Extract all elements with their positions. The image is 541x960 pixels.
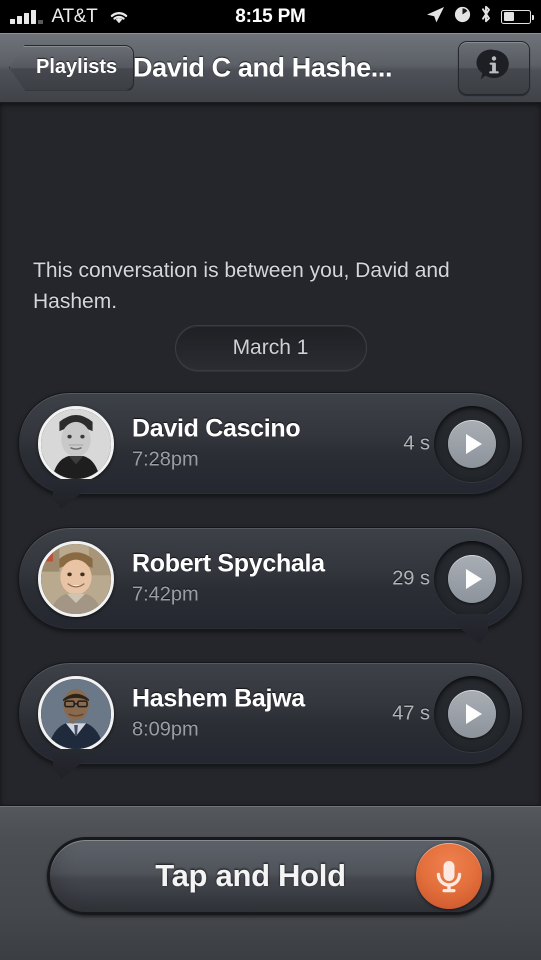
bottom-toolbar: Tap and Hold [0,805,541,960]
message-bubble[interactable]: Hashem Bajwa 8:09pm 47 s [18,662,523,765]
info-button[interactable] [458,40,530,95]
status-bar-right [426,5,534,28]
back-button-playlists[interactable]: Playlists [9,44,135,91]
message-timestamp: 8:09pm [132,718,199,740]
play-button[interactable] [434,540,510,617]
date-separator-label: March 1 [232,336,309,359]
alarm-clock-icon [454,6,471,28]
message-sender-name: Robert Spychala [132,549,325,577]
date-separator: March 1 [174,325,367,371]
record-button-label: Tap and Hold [155,858,346,893]
play-icon [448,419,496,468]
message-bubble[interactable]: Robert Spychala 7:42pm 29 s [18,527,523,630]
message-duration: 4 s [403,432,430,454]
back-button-label: Playlists [36,56,118,78]
battery-icon [501,9,534,24]
info-bubble-icon [476,47,512,88]
wifi-icon [108,9,130,25]
status-bar: AT&T 8:15 PM [0,0,541,33]
message-meta: Robert Spychala 7:42pm [132,548,325,609]
record-button[interactable]: Tap and Hold [47,837,494,915]
play-button[interactable] [434,675,510,752]
conversation-intro-text: This conversation is between you, David … [33,259,450,313]
list-item[interactable]: Hashem Bajwa 8:09pm 47 s [0,658,541,793]
avatar-hashem-icon [38,675,114,752]
message-list: David Cascino 7:28pm 4 s Robert Spychala… [0,388,541,793]
carrier-label: AT&T [51,5,98,27]
avatar-robert-icon [38,540,114,617]
bluetooth-icon [480,5,492,28]
message-timestamp: 7:42pm [132,583,199,605]
message-duration: 47 s [392,702,430,724]
avatar-david-icon [38,405,114,482]
conversation-scroll-area[interactable]: This conversation is between you, David … [0,103,541,805]
message-sender-name: Hashem Bajwa [132,684,305,712]
message-sender-name: David Cascino [132,414,301,442]
play-button[interactable] [434,405,510,482]
app-screen: AT&T 8:15 PM Playlists David C and Hashe… [0,0,541,960]
message-bubble[interactable]: David Cascino 7:28pm 4 s [18,392,523,495]
message-meta: David Cascino 7:28pm [132,413,301,474]
message-duration: 29 s [392,567,430,589]
signal-bars-icon [10,9,43,24]
location-arrow-icon [426,6,445,28]
play-icon [448,689,496,738]
navigation-bar: Playlists David C and Hashe... [0,33,541,103]
play-icon [448,554,496,603]
list-item[interactable]: David Cascino 7:28pm 4 s [0,388,541,523]
message-timestamp: 7:28pm [132,448,199,470]
microphone-icon[interactable] [416,843,482,909]
list-item[interactable]: Robert Spychala 7:42pm 29 s [0,523,541,658]
status-bar-left: AT&T [10,6,130,28]
message-meta: Hashem Bajwa 8:09pm [132,683,305,744]
page-title: David C and Hashe... [133,52,393,82]
